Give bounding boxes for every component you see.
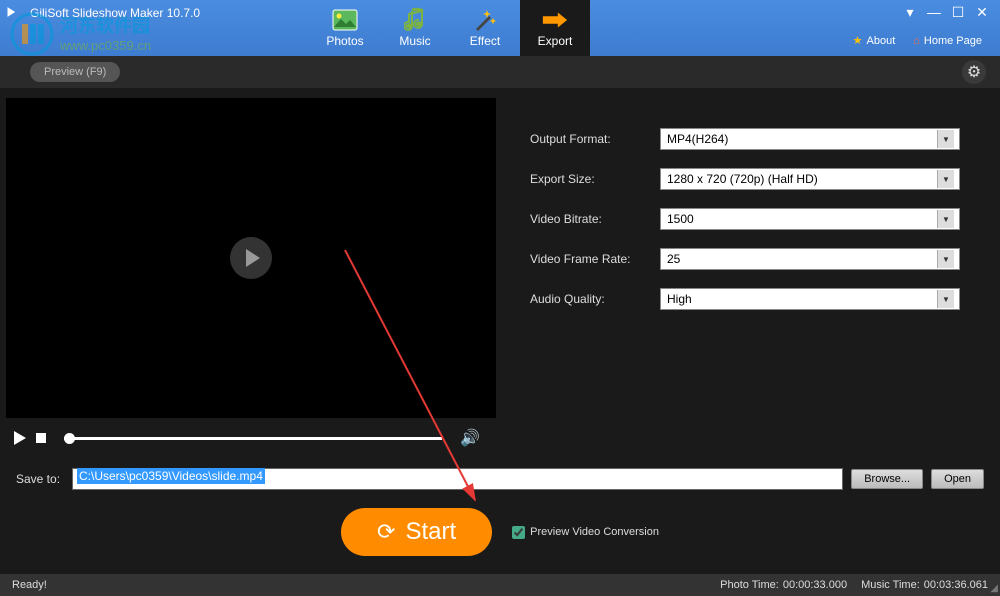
frame-rate-select[interactable]: 25: [660, 248, 960, 270]
play-center-button[interactable]: [230, 237, 272, 279]
export-size-label: Export Size:: [530, 172, 660, 186]
titlebar: GiliSoft Slideshow Maker 10.7.0 Photos M…: [0, 0, 1000, 56]
settings-button[interactable]: ⚙: [962, 60, 986, 84]
nav-tabs: Photos Music Effect Export: [310, 0, 590, 56]
video-bitrate-select[interactable]: 1500: [660, 208, 960, 230]
main-content: 🔊 Output Format: MP4(H264) Export Size: …: [0, 88, 1000, 458]
toolbar: Preview (F9) ⚙: [0, 56, 1000, 88]
resize-grip-icon[interactable]: ◢: [990, 583, 998, 594]
home-icon: ⌂: [913, 35, 920, 47]
playback-controls: 🔊: [6, 418, 488, 458]
start-row: ⟳ Start Preview Video Conversion: [0, 500, 1000, 564]
homepage-link[interactable]: ⌂ Home Page: [913, 34, 982, 47]
tab-export-label: Export: [538, 34, 573, 48]
browse-button[interactable]: Browse...: [851, 469, 923, 489]
app-logo-icon: [4, 5, 18, 19]
stop-button[interactable]: [36, 433, 46, 443]
minimize-tray-icon[interactable]: ▾: [902, 4, 918, 21]
maximize-icon[interactable]: ☐: [950, 4, 966, 21]
star-icon: ★: [853, 34, 863, 47]
save-to-label: Save to:: [16, 472, 64, 486]
save-row: Save to: C:\Users\pc0359\Videos\slide.mp…: [0, 458, 1000, 500]
tab-photos-label: Photos: [326, 34, 363, 48]
output-format-select[interactable]: MP4(H264): [660, 128, 960, 150]
music-icon: [401, 8, 429, 32]
app-title: GiliSoft Slideshow Maker 10.7.0: [20, 0, 200, 20]
gear-icon: ⚙: [967, 62, 981, 82]
about-link[interactable]: ★ About: [853, 34, 896, 47]
tab-export[interactable]: Export: [520, 0, 590, 56]
audio-quality-label: Audio Quality:: [530, 292, 660, 306]
export-settings: Output Format: MP4(H264) Export Size: 12…: [500, 88, 1000, 458]
video-preview: [6, 98, 496, 418]
preview-conversion-checkbox[interactable]: Preview Video Conversion: [512, 526, 659, 539]
tab-effect[interactable]: Effect: [450, 0, 520, 56]
tab-music[interactable]: Music: [380, 0, 450, 56]
play-button[interactable]: [14, 431, 26, 445]
minimize-icon[interactable]: —: [926, 4, 942, 21]
export-icon: [541, 8, 569, 32]
save-path-input[interactable]: C:\Users\pc0359\Videos\slide.mp4: [72, 468, 843, 490]
close-icon[interactable]: ✕: [974, 4, 990, 21]
status-ready: Ready!: [12, 579, 47, 591]
refresh-icon: ⟳: [377, 519, 395, 545]
statusbar: Ready! Photo Time: 00:00:33.000 Music Tim…: [0, 574, 1000, 596]
photo-time: 00:00:33.000: [783, 579, 847, 591]
music-time-label: Music Time:: [861, 579, 920, 591]
frame-rate-label: Video Frame Rate:: [530, 252, 660, 266]
photo-time-label: Photo Time:: [720, 579, 779, 591]
tab-photos[interactable]: Photos: [310, 0, 380, 56]
progress-thumb[interactable]: [64, 433, 75, 444]
photos-icon: [331, 8, 359, 32]
tab-effect-label: Effect: [470, 34, 500, 48]
progress-slider[interactable]: [64, 437, 442, 440]
preview-check-input[interactable]: [512, 526, 525, 539]
output-format-label: Output Format:: [530, 132, 660, 146]
music-time: 00:03:36.061: [924, 579, 988, 591]
preview-button[interactable]: Preview (F9): [30, 62, 120, 82]
volume-icon[interactable]: 🔊: [460, 428, 480, 448]
effect-icon: [471, 8, 499, 32]
start-button[interactable]: ⟳ Start: [341, 508, 492, 556]
tab-music-label: Music: [399, 34, 430, 48]
audio-quality-select[interactable]: High: [660, 288, 960, 310]
header-links: ★ About ⌂ Home Page: [853, 34, 982, 47]
open-button[interactable]: Open: [931, 469, 984, 489]
video-bitrate-label: Video Bitrate:: [530, 212, 660, 226]
export-size-select[interactable]: 1280 x 720 (720p) (Half HD): [660, 168, 960, 190]
preview-panel: 🔊: [0, 88, 500, 458]
window-controls: ▾ — ☐ ✕: [902, 4, 990, 21]
